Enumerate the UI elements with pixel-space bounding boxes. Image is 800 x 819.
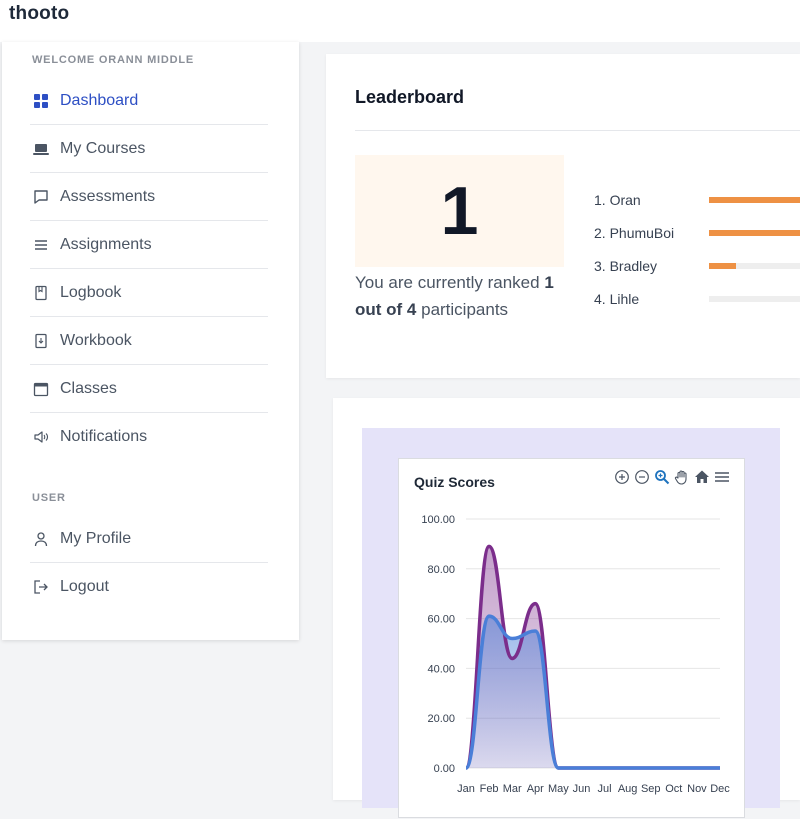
user-section-label: USER xyxy=(32,492,66,504)
laptop-icon xyxy=(32,140,50,158)
sidebar-item-classes[interactable]: Classes xyxy=(30,365,268,413)
user-icon xyxy=(32,530,50,548)
brand-logo[interactable]: thooto xyxy=(9,3,69,25)
y-tick-label: 80.00 xyxy=(427,564,455,576)
sidebar-item-label: My Courses xyxy=(60,139,146,157)
sidebar: WELCOME ORANN MIDDLE Dashboard My Course… xyxy=(2,42,299,640)
x-tick-label: Aug xyxy=(618,783,638,795)
x-tick-label: Apr xyxy=(527,783,544,795)
leaderboard-card: Leaderboard 1 You are currently ranked 1… xyxy=(326,54,800,378)
x-tick-label: Dec xyxy=(710,783,730,795)
x-tick-label: Sep xyxy=(641,783,661,795)
score-bar-fill xyxy=(709,263,736,269)
x-tick-label: Mar xyxy=(503,783,522,795)
y-tick-label: 40.00 xyxy=(427,663,455,675)
score-bar-track xyxy=(709,263,800,269)
leaderboard-title: Leaderboard xyxy=(355,87,465,107)
score-bar-track xyxy=(709,197,800,203)
x-tick-label: Nov xyxy=(687,783,707,795)
book-icon xyxy=(32,284,50,302)
speaker-icon xyxy=(32,428,50,446)
y-tick-label: 60.00 xyxy=(427,614,455,626)
grid-icon xyxy=(32,92,50,110)
sidebar-item-label: Dashboard xyxy=(60,91,139,109)
sidebar-item-notifications[interactable]: Notifications xyxy=(30,413,268,461)
sidebar-item-label: Logout xyxy=(60,578,109,595)
sidebar-item-label: Assignments xyxy=(60,235,152,253)
sidebar-item-my-courses[interactable]: My Courses xyxy=(30,125,268,173)
sidebar-item-label: My Profile xyxy=(60,529,132,547)
leaderboard-row: 2. PhumuBoi xyxy=(594,223,800,243)
quiz-scores-chart: Quiz Scores 0.00 20.00 40.00 60.00 80.00 100.… xyxy=(398,458,745,818)
y-tick-label: 0.00 xyxy=(434,763,455,775)
list-icon xyxy=(32,236,50,254)
participant-name: 2. PhumuBoi xyxy=(594,225,675,241)
score-bar-fill xyxy=(709,230,800,236)
sidebar-item-dashboard[interactable]: Dashboard xyxy=(30,77,268,125)
x-tick-label: Feb xyxy=(480,783,499,795)
calendar-icon xyxy=(32,380,50,398)
x-tick-label: Jul xyxy=(598,783,612,795)
chat-icon xyxy=(32,188,50,206)
sidebar-item-my-profile[interactable]: My Profile xyxy=(30,515,268,563)
chart-plot: 0.00 20.00 40.00 60.00 80.00 100.00 Jan Feb Mar A… xyxy=(421,514,730,795)
quiz-scores-card: Quiz Scores 0.00 20.00 40.00 60.00 80.00 100.… xyxy=(333,398,800,818)
rank-description: You are currently ranked 1 out of 4 part… xyxy=(355,273,554,319)
x-tick-label: Oct xyxy=(665,783,682,795)
y-tick-label: 100.00 xyxy=(421,514,455,526)
score-bar-track xyxy=(709,296,800,302)
sidebar-item-assessments[interactable]: Assessments xyxy=(30,173,268,221)
y-tick-label: 20.00 xyxy=(427,713,455,725)
x-tick-label: May xyxy=(548,783,569,795)
leaderboard-row: 4. Lihle xyxy=(594,289,800,309)
divider xyxy=(355,130,800,131)
participant-name: 1. Oran xyxy=(594,192,641,208)
score-bar-fill xyxy=(709,197,800,203)
sidebar-item-label: Classes xyxy=(60,379,117,397)
chart-background: Quiz Scores 0.00 20.00 40.00 60.00 80.00 100.… xyxy=(362,428,780,818)
leaderboard-row: 1. Oran xyxy=(594,190,800,210)
score-bar-track xyxy=(709,230,800,236)
participant-name: 4. Lihle xyxy=(594,291,640,307)
sidebar-item-workbook[interactable]: Workbook xyxy=(30,317,268,365)
participant-name: 3. Bradley xyxy=(594,258,658,274)
x-tick-label: Jan xyxy=(457,783,475,795)
sidebar-item-label: Assessments xyxy=(60,187,156,205)
sidebar-item-label: Workbook xyxy=(60,331,132,349)
sidebar-item-label: Logbook xyxy=(60,283,122,301)
sidebar-item-label: Notifications xyxy=(60,428,148,445)
workbook-icon xyxy=(32,332,50,350)
logout-icon xyxy=(32,578,50,596)
sidebar-item-logout[interactable]: Logout xyxy=(30,563,268,611)
sidebar-item-logbook[interactable]: Logbook xyxy=(30,269,268,317)
x-tick-label: Jun xyxy=(573,783,591,795)
top-bar: thooto xyxy=(0,0,800,42)
sidebar-item-assignments[interactable]: Assignments xyxy=(30,221,268,269)
rank-number: 1 xyxy=(355,155,564,267)
welcome-label: WELCOME ORANN MIDDLE xyxy=(32,54,195,66)
leaderboard-row: 3. Bradley xyxy=(594,256,800,276)
